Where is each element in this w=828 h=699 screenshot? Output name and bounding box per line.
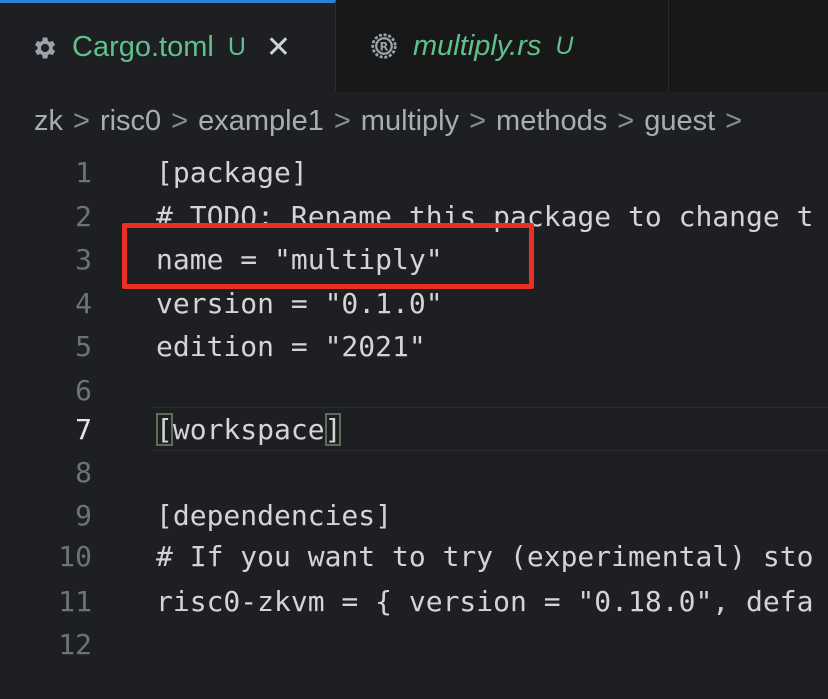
- annotation-highlight-box: [122, 223, 534, 289]
- line-number: 11: [58, 584, 92, 618]
- chevron-right-icon: >: [333, 104, 351, 137]
- line-number: 6: [75, 373, 92, 407]
- breadcrumb-item-risc0[interactable]: risc0: [100, 105, 161, 138]
- chevron-right-icon: >: [469, 104, 487, 137]
- line-number: 7: [75, 412, 92, 446]
- untracked-badge: U: [227, 33, 246, 61]
- code-text: [workspace]: [156, 412, 342, 446]
- line-number: 12: [58, 627, 92, 661]
- editor-tab-bar: Cargo.toml U ✕ R multiply.rs U: [0, 0, 828, 92]
- breadcrumb-item-multiply[interactable]: multiply: [361, 105, 459, 138]
- chevron-right-icon: >: [73, 104, 90, 137]
- code-text: risc0-zkvm = { version = "0.18.0", defa: [156, 584, 814, 618]
- code-line[interactable]: 5 edition = "2021": [0, 324, 828, 368]
- code-text: [dependencies]: [156, 498, 393, 532]
- code-line[interactable]: 6: [0, 368, 828, 412]
- line-number: 5: [75, 329, 92, 363]
- code-line[interactable]: 10 # If you want to try (experimental) s…: [0, 534, 828, 578]
- code-line[interactable]: 9 [dependencies]: [0, 493, 828, 537]
- svg-text:R: R: [380, 41, 389, 54]
- chevron-right-icon: >: [725, 104, 743, 137]
- section-name: workspace: [172, 412, 325, 446]
- line-number: 1: [75, 155, 92, 189]
- code-line[interactable]: 1 [package]: [0, 150, 828, 194]
- code-line[interactable]: 11 risc0-zkvm = { version = "0.18.0", de…: [0, 579, 828, 623]
- close-icon[interactable]: ✕: [266, 32, 291, 63]
- code-line-current[interactable]: 7 [workspace]: [0, 407, 828, 451]
- line-number: 10: [58, 539, 92, 573]
- breadcrumb-item-example1[interactable]: example1: [198, 105, 324, 138]
- code-line[interactable]: 8: [0, 450, 828, 494]
- chevron-right-icon: >: [171, 104, 189, 137]
- breadcrumb-item-zk[interactable]: zk: [34, 105, 63, 138]
- matching-bracket: [: [156, 412, 173, 446]
- breadcrumb-item-guest[interactable]: guest: [644, 105, 715, 138]
- line-number: 3: [75, 242, 92, 276]
- line-number: 8: [75, 455, 92, 489]
- code-text: version = "0.1.0": [156, 286, 443, 320]
- tab-label: multiply.rs: [413, 29, 542, 62]
- gear-icon: [30, 34, 58, 62]
- tab-cargo-toml[interactable]: Cargo.toml U ✕: [0, 0, 336, 92]
- line-number: 4: [75, 286, 92, 320]
- breadcrumb-item-methods[interactable]: methods: [496, 105, 607, 138]
- tab-label: Cargo.toml: [72, 31, 214, 63]
- untracked-badge: U: [555, 31, 574, 60]
- matching-bracket: ]: [324, 412, 342, 446]
- breadcrumb: zk > risc0 > example1 > multiply > metho…: [0, 92, 828, 150]
- code-text: # If you want to try (experimental) sto: [156, 539, 814, 573]
- rust-icon: R: [369, 31, 399, 61]
- chevron-right-icon: >: [617, 104, 635, 137]
- code-text: [package]: [156, 155, 308, 189]
- line-number: 2: [75, 199, 92, 233]
- tab-multiply-rs[interactable]: R multiply.rs U: [337, 0, 669, 92]
- line-number: 9: [75, 498, 92, 532]
- code-text: edition = "2021": [156, 329, 426, 363]
- code-line[interactable]: 12: [0, 622, 828, 666]
